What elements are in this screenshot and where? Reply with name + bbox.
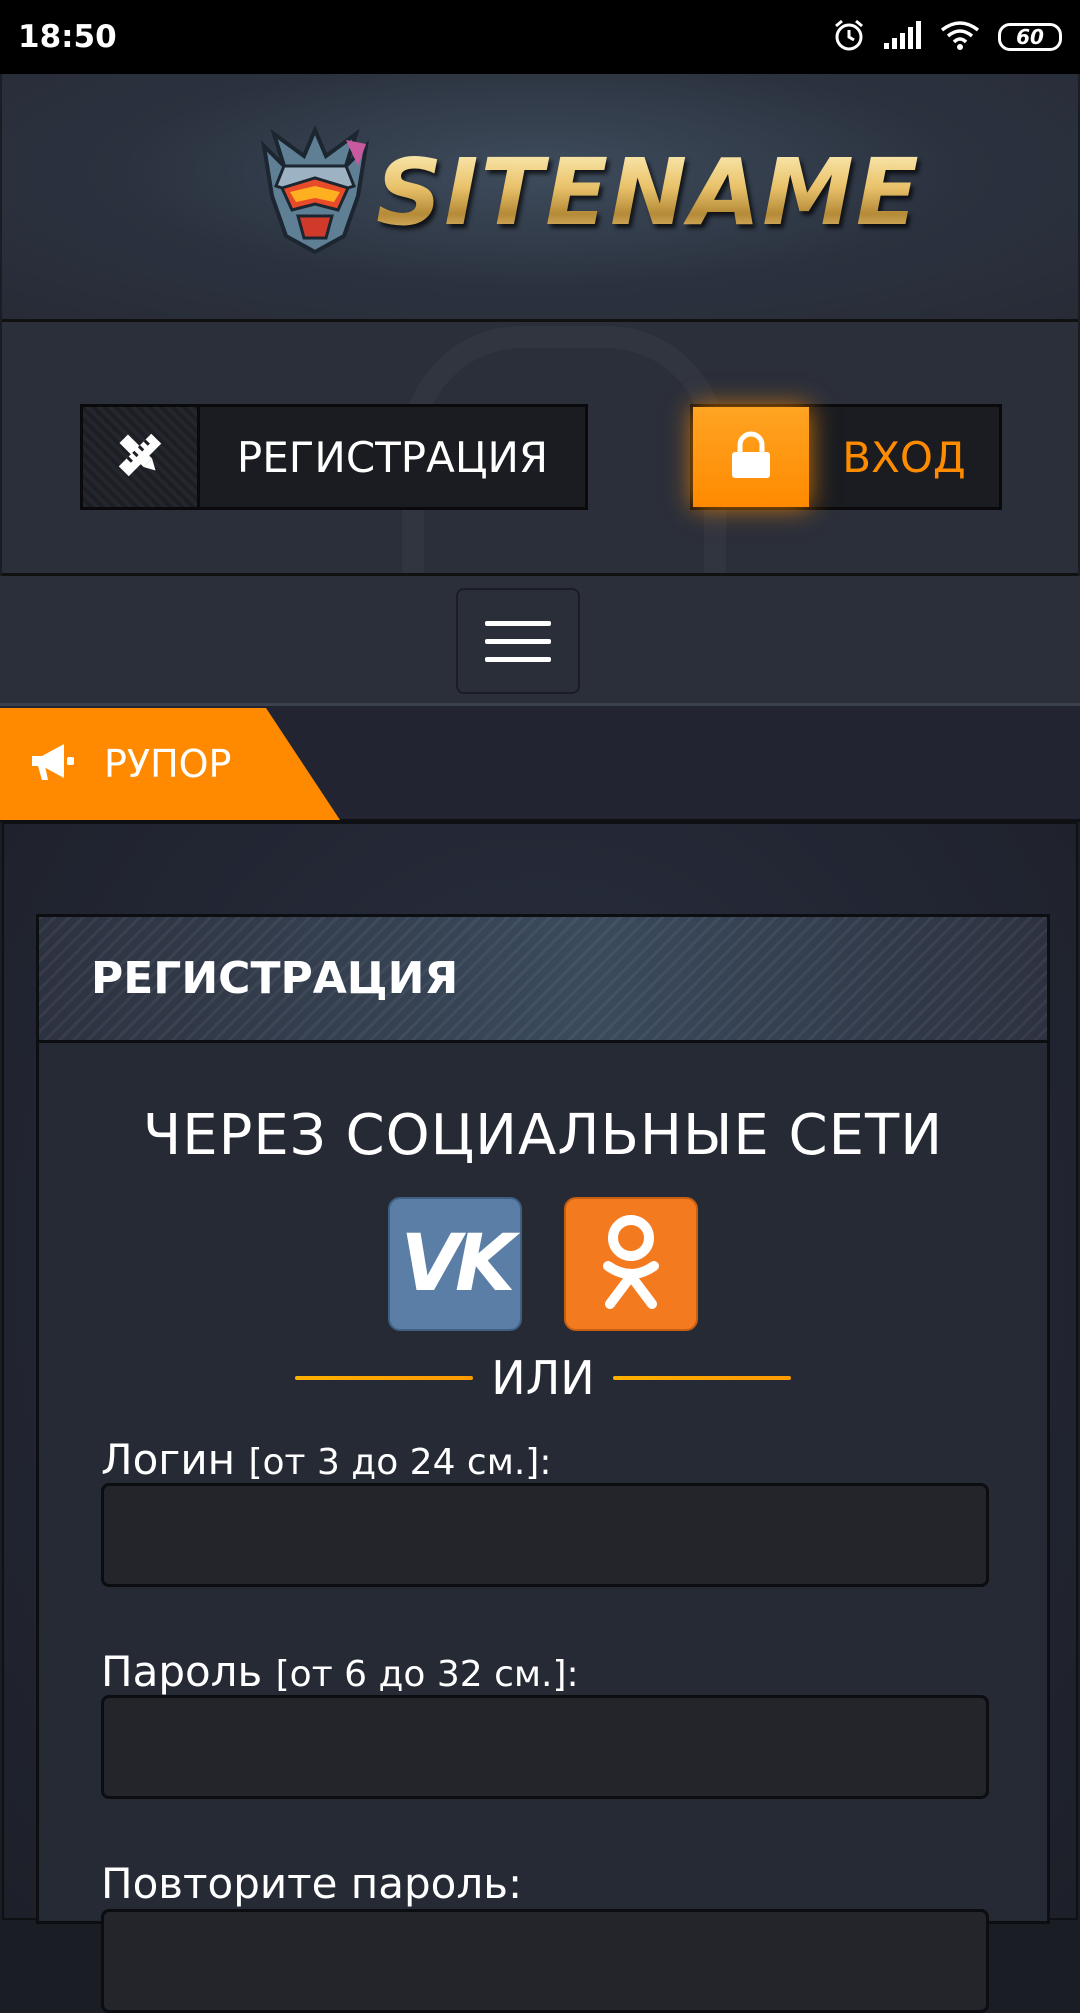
rupor-bar: РУПОР bbox=[0, 706, 1080, 822]
password-label-text: Пароль bbox=[101, 1647, 263, 1696]
password-input[interactable] bbox=[101, 1695, 989, 1799]
menu-bar bbox=[0, 576, 1080, 706]
status-icons: 60 bbox=[832, 18, 1062, 56]
hamburger-line bbox=[485, 620, 551, 626]
auth-bar: РЕГИСТРАЦИЯ ВХОД bbox=[2, 322, 1078, 576]
rupor-tab[interactable]: РУПОР bbox=[0, 708, 340, 820]
rupor-label: РУПОР bbox=[104, 742, 232, 786]
wifi-icon bbox=[940, 20, 980, 54]
status-time: 18:50 bbox=[18, 19, 117, 55]
registration-panel: РЕГИСТРАЦИЯ ЧЕРЕЗ СОЦИАЛЬНЫЕ СЕТИ VK ИЛИ bbox=[36, 914, 1050, 2013]
login-label-text: Логин bbox=[101, 1435, 236, 1484]
login-button[interactable]: ВХОД bbox=[690, 404, 1002, 510]
hamburger-menu-button[interactable] bbox=[456, 588, 580, 694]
site-logo[interactable]: SITENAME bbox=[254, 124, 921, 258]
alarm-icon bbox=[832, 18, 866, 56]
social-title: ЧЕРЕЗ СОЦИАЛЬНЫЕ СЕТИ bbox=[142, 1103, 944, 1168]
main-content: РЕГИСТРАЦИЯ ЧЕРЕЗ СОЦИАЛЬНЫЕ СЕТИ VK ИЛИ bbox=[2, 822, 1078, 2013]
megaphone-icon bbox=[30, 742, 76, 786]
hamburger-line bbox=[485, 656, 551, 662]
hamburger-line bbox=[485, 638, 551, 644]
social-buttons: VK bbox=[39, 1197, 1047, 1331]
login-input[interactable] bbox=[101, 1483, 989, 1587]
register-icon-box bbox=[83, 407, 200, 507]
repeat-password-field-label: Повторите пароль: bbox=[101, 1859, 522, 1908]
odnoklassniki-icon bbox=[596, 1212, 666, 1316]
repeat-password-input[interactable] bbox=[101, 1909, 989, 2013]
login-label-hint: [от 3 до 24 см.]: bbox=[248, 1442, 552, 1483]
panel-header: РЕГИСТРАЦИЯ bbox=[39, 917, 1047, 1043]
login-icon-box bbox=[693, 407, 809, 507]
or-label: ИЛИ bbox=[491, 1351, 595, 1405]
robot-mascot-icon bbox=[254, 124, 376, 258]
ok-login-button[interactable] bbox=[564, 1197, 698, 1331]
logo-text: SITENAME bbox=[376, 138, 921, 246]
password-label-hint: [от 6 до 32 см.]: bbox=[275, 1654, 579, 1695]
register-button-label: РЕГИСТРАЦИЯ bbox=[236, 432, 549, 482]
lock-icon bbox=[729, 430, 773, 484]
register-button[interactable]: РЕГИСТРАЦИЯ bbox=[80, 404, 588, 510]
divider-line bbox=[295, 1376, 474, 1380]
repeat-password-label-text: Повторите пароль: bbox=[101, 1859, 523, 1908]
vk-icon: VK bbox=[400, 1219, 516, 1309]
login-button-label: ВХОД bbox=[842, 432, 966, 482]
site-header: SITENAME bbox=[2, 74, 1078, 322]
vk-login-button[interactable]: VK bbox=[388, 1197, 522, 1331]
pencil-ruler-icon bbox=[115, 430, 165, 484]
signal-icon bbox=[884, 21, 922, 53]
password-field-label: Пароль [от 6 до 32 см.]: bbox=[101, 1647, 579, 1696]
battery-icon: 60 bbox=[998, 23, 1062, 51]
login-field-label: Логин [от 3 до 24 см.]: bbox=[101, 1435, 551, 1484]
panel-title: РЕГИСТРАЦИЯ bbox=[91, 953, 459, 1004]
or-divider: ИЛИ bbox=[39, 1351, 1047, 1405]
divider-line bbox=[612, 1376, 791, 1380]
status-bar: 18:50 60 bbox=[0, 0, 1080, 74]
